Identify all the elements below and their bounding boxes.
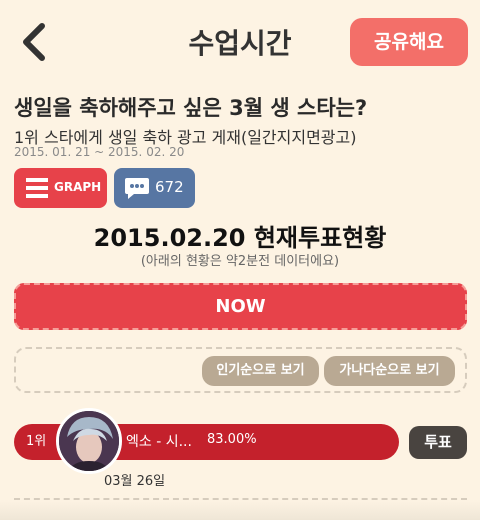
star-avatar	[56, 408, 122, 474]
status-title: 2015.02.20 현재투표현황	[93, 224, 387, 252]
graph-button[interactable]: GRAPH	[14, 168, 107, 208]
rank-label: 1위	[26, 434, 47, 449]
vote-percent: 83.00%	[207, 432, 257, 447]
now-button[interactable]: NOW	[14, 283, 467, 330]
comment-button[interactable]: 672	[114, 168, 195, 208]
comment-count: 672	[155, 178, 184, 196]
status-note: (아래의 현황은 약2분전 데이터에요)	[140, 254, 340, 269]
bottom-edge	[0, 500, 480, 520]
sort-options: 인기순으로 보기 가나다순으로 보기	[14, 347, 467, 393]
poll-question: 생일을 축하해주고 싶은 3월 생 스타는?	[14, 96, 368, 120]
bar-list-icon	[26, 178, 48, 198]
graph-button-label: GRAPH	[54, 180, 102, 194]
ranking-row: 1위 엑소 - 시... 83.00% 투표	[14, 408, 467, 474]
app-header: 수업시간 공유해요	[0, 0, 480, 86]
birthday-label: 03월 26일	[104, 474, 166, 489]
star-name: 엑소 - 시...	[126, 434, 192, 450]
speech-bubble-icon	[125, 178, 149, 199]
share-button[interactable]: 공유해요	[350, 18, 468, 66]
sort-popular-button[interactable]: 인기순으로 보기	[202, 356, 319, 386]
poll-period: 2015. 01. 21 ~ 2015. 02. 20	[14, 145, 185, 159]
sort-alpha-button[interactable]: 가나다순으로 보기	[324, 356, 455, 386]
vote-button[interactable]: 투표	[409, 426, 467, 459]
